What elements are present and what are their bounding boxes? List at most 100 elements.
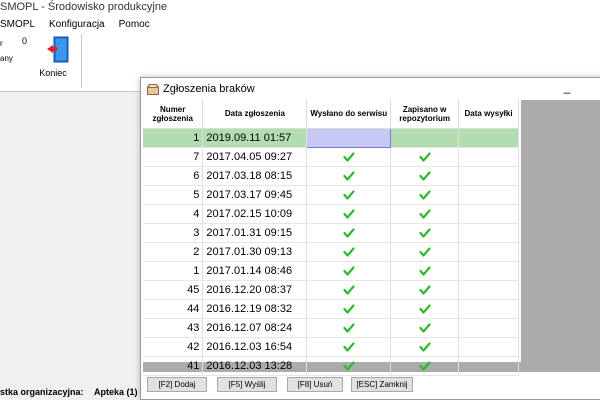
cell-ship-date[interactable] [458, 356, 519, 376]
cell-date[interactable]: 2017.01.14 08:46 [202, 261, 308, 281]
menu-pomoc[interactable]: Pomoc [119, 19, 150, 30]
cell-date[interactable]: 2017.04.05 09:27 [202, 147, 308, 167]
cell-sent[interactable] [306, 166, 392, 186]
cell-ship-date[interactable] [458, 280, 519, 300]
cell-date[interactable]: 2019.09.11 01:57 [202, 128, 308, 148]
cell-saved[interactable] [390, 261, 460, 281]
col-header-number[interactable]: Numer zgłoszenia [143, 100, 204, 129]
cell-ship-date[interactable] [458, 299, 519, 319]
table-row[interactable]: 4 2017.02.15 10:09 [143, 204, 519, 224]
exit-button[interactable]: Koniec [34, 34, 72, 86]
cell-ship-date[interactable] [458, 128, 519, 148]
cell-number[interactable]: 5 [143, 185, 204, 205]
table-row[interactable]: 7 2017.04.05 09:27 [143, 147, 519, 167]
cell-saved[interactable] [390, 356, 460, 376]
cell-number[interactable]: 2 [143, 242, 204, 262]
cell-date[interactable]: 2016.12.07 08:24 [202, 318, 308, 338]
col-header-sent[interactable]: Wysłano do serwisu [306, 100, 392, 129]
col-header-date[interactable]: Data zgłoszenia [202, 100, 308, 129]
cell-date[interactable]: 2017.03.17 09:45 [202, 185, 308, 205]
cell-saved[interactable] [390, 280, 460, 300]
check-icon [343, 151, 355, 162]
cell-saved[interactable] [390, 223, 460, 243]
send-button[interactable]: [F5] Wyślij [217, 377, 277, 392]
delete-button[interactable]: [F8] Usuń [287, 377, 343, 392]
table-row[interactable]: 6 2017.03.18 08:15 [143, 166, 519, 186]
cell-number[interactable]: 1 [143, 261, 204, 281]
cell-ship-date[interactable] [458, 261, 519, 281]
cell-ship-date[interactable] [458, 242, 519, 262]
cell-saved[interactable] [390, 242, 460, 262]
cell-number[interactable]: 41 [143, 356, 204, 376]
cell-number[interactable]: 45 [143, 280, 204, 300]
cell-ship-date[interactable] [458, 166, 519, 186]
cell-sent[interactable] [306, 204, 392, 224]
cell-sent[interactable] [306, 337, 392, 357]
cell-date[interactable]: 2016.12.20 08:37 [202, 280, 308, 300]
cell-sent[interactable] [306, 147, 392, 167]
cell-ship-date[interactable] [458, 204, 519, 224]
cell-number[interactable]: 44 [143, 299, 204, 319]
ribbon-left-button[interactable]: r any [0, 36, 13, 66]
cell-ship-date[interactable] [458, 337, 519, 357]
cell-date[interactable]: 2017.01.30 09:13 [202, 242, 308, 262]
cell-number[interactable]: 43 [143, 318, 204, 338]
cell-date[interactable]: 2017.03.18 08:15 [202, 166, 308, 186]
cell-number[interactable]: 4 [143, 204, 204, 224]
cell-ship-date[interactable] [458, 185, 519, 205]
cell-saved[interactable] [390, 166, 460, 186]
cell-number[interactable]: 7 [143, 147, 204, 167]
menu-konfiguracja[interactable]: Konfiguracja [49, 19, 105, 30]
table-row[interactable]: 5 2017.03.17 09:45 [143, 185, 519, 205]
table-row[interactable]: 45 2016.12.20 08:37 [143, 280, 519, 300]
cell-sent[interactable] [306, 127, 392, 148]
cell-date[interactable]: 2016.12.19 08:32 [202, 299, 308, 319]
cell-ship-date[interactable] [458, 318, 519, 338]
window-title-text: SMOPL - Środowisko produkcyjne [0, 1, 168, 13]
cell-saved[interactable] [390, 204, 460, 224]
cell-number[interactable]: 6 [143, 166, 204, 186]
cell-saved[interactable] [390, 185, 460, 205]
cell-saved[interactable] [390, 318, 460, 338]
cell-sent[interactable] [306, 242, 392, 262]
cell-sent[interactable] [306, 299, 392, 319]
check-icon [343, 303, 355, 314]
cell-ship-date[interactable] [458, 147, 519, 167]
cell-sent[interactable] [306, 356, 392, 376]
cell-sent[interactable] [306, 261, 392, 281]
close-button[interactable]: [ESC] Zamknij [351, 377, 413, 392]
cell-number[interactable]: 42 [143, 337, 204, 357]
cell-date[interactable]: 2016.12.03 16:54 [202, 337, 308, 357]
cell-sent[interactable] [306, 280, 392, 300]
table-row[interactable]: 1 2017.01.14 08:46 [143, 261, 519, 281]
table-row[interactable]: 44 2016.12.19 08:32 [143, 299, 519, 319]
cell-date[interactable]: 2016.12.03 13:28 [202, 356, 308, 376]
col-header-saved[interactable]: Zapisano w repozytorium [390, 100, 460, 129]
cell-date[interactable]: 2017.01.31 09:15 [202, 223, 308, 243]
cell-saved[interactable] [390, 337, 460, 357]
table-row[interactable]: 1 2019.09.11 01:57 [143, 127, 519, 148]
minimize-button[interactable]: _ [557, 80, 577, 96]
check-icon [419, 303, 431, 314]
check-icon [419, 151, 431, 162]
cell-sent[interactable] [306, 223, 392, 243]
table-row[interactable]: 41 2016.12.03 13:28 [143, 356, 519, 376]
cell-saved[interactable] [390, 147, 460, 167]
cell-saved[interactable] [390, 128, 460, 148]
table-row[interactable]: 2 2017.01.30 09:13 [143, 242, 519, 262]
menu-smopl[interactable]: SMOPL [0, 19, 35, 30]
add-button[interactable]: [F2] Dodaj [147, 377, 207, 392]
cell-number[interactable]: 3 [143, 223, 204, 243]
grid-container[interactable]: Numer zgłoszenia Data zgłoszenia Wysłano… [143, 100, 521, 376]
cell-number[interactable]: 1 [143, 128, 204, 148]
cell-saved[interactable] [390, 299, 460, 319]
cell-sent[interactable] [306, 318, 392, 338]
ribbon-left-label-1: r [0, 39, 3, 48]
table-row[interactable]: 3 2017.01.31 09:15 [143, 223, 519, 243]
cell-ship-date[interactable] [458, 223, 519, 243]
col-header-ship-date[interactable]: Data wysyłki [458, 100, 519, 129]
cell-date[interactable]: 2017.02.15 10:09 [202, 204, 308, 224]
table-row[interactable]: 43 2016.12.07 08:24 [143, 318, 519, 338]
cell-sent[interactable] [306, 185, 392, 205]
table-row[interactable]: 42 2016.12.03 16:54 [143, 337, 519, 357]
